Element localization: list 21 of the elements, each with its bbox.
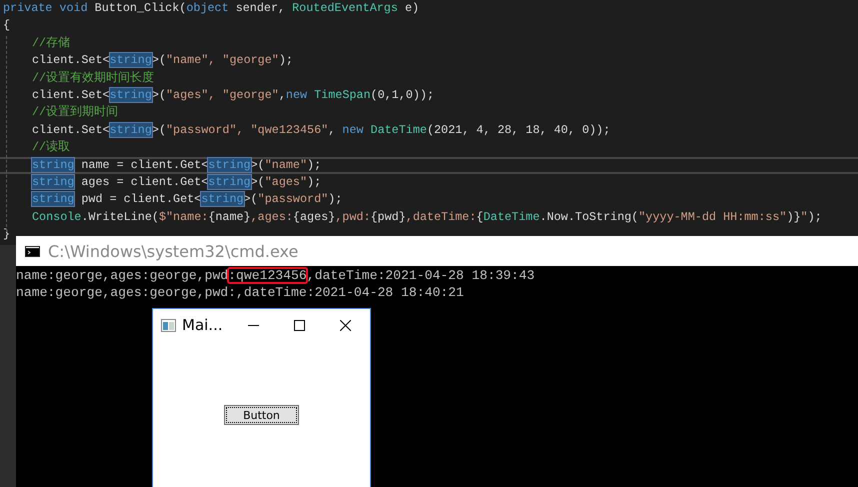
window-title: Mai... [182,316,224,334]
code-line: //存储 [31,34,72,52]
code-line: client.Set<string>("password", "qwe123456", new DateTime(2021, 4, 28, 18, 40, 0)); [31,122,612,139]
code-line: Console.WriteLine($"name:{name},ages:{ages},pwd:{pwd},dateTime:{DateTime.Now.ToString("yyyy-MM-dd HH:mm:ss")}"); [31,208,823,226]
code-line: { [2,17,12,34]
code-line: string ages = client.Get<string>("ages"); [31,174,322,191]
code-line: private void Button_Click(object sender, RoutedEventArgs e) [2,0,420,17]
console-icon [25,246,40,256]
window-icon [161,318,176,332]
code-line: //设置有效期时间长度 [31,70,156,87]
code-line: client.Set<string>("name", "george"); [31,52,294,70]
console-line: name:george,ages:george,pwd:,dateTime:2021-04-28 18:40:21 [16,284,465,301]
code-line: string name = client.Get<string>("name"); [0,156,858,174]
maximize-icon [294,320,304,330]
console-line: name:george,ages:george,pwd:qwe123456,dateTime:2021-04-28 18:39:43 [16,267,536,284]
code-line: //设置到期时间 [31,104,120,122]
code-line: client.Set<string>("ages", "george",new TimeSpan(0,1,0)); [31,86,435,104]
close-icon [340,320,350,330]
code-line: //读取 [31,139,72,156]
button[interactable]: Button [224,405,299,425]
window-title: C:\Windows\system32\cmd.exe [48,242,298,260]
